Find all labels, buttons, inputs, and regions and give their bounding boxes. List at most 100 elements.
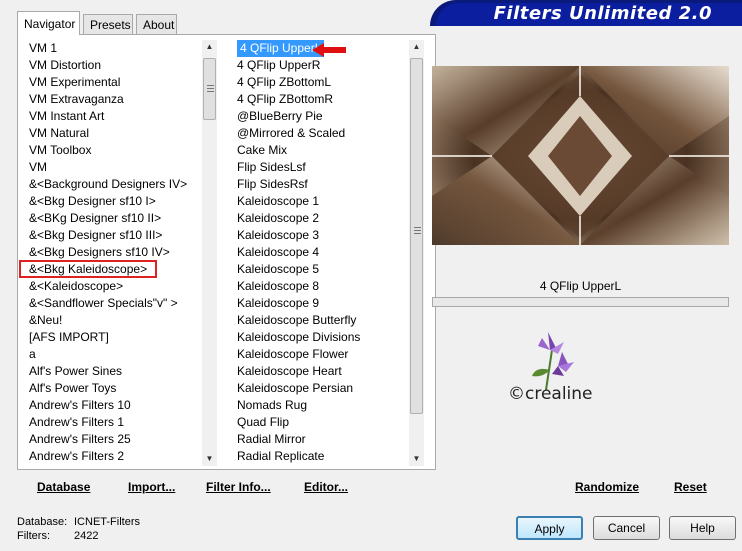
filter-scrollbar[interactable]: ▲ ▼: [409, 40, 424, 466]
category-list-item-label: Alf's Power Toys: [29, 381, 117, 395]
filter-list-item[interactable]: Kaleidoscope 1: [235, 193, 407, 210]
filter-list-item[interactable]: Quad Flip: [235, 414, 407, 431]
category-list-item-label: &<Background Designers IV>: [29, 177, 188, 191]
category-list-item[interactable]: &<Background Designers IV>: [27, 176, 202, 193]
filter-list-item[interactable]: Kaleidoscope 2: [235, 210, 407, 227]
filter-list-item[interactable]: Kaleidoscope 3: [235, 227, 407, 244]
database-button[interactable]: Database: [37, 480, 90, 494]
filter-list-item[interactable]: Radial Replicate: [235, 448, 407, 465]
category-list-item[interactable]: &<Bkg Designer sf10 I>: [27, 193, 202, 210]
category-list-item[interactable]: a: [27, 346, 202, 363]
down-arrow-icon[interactable]: ▼: [409, 452, 424, 466]
category-list-item[interactable]: &<Sandflower Specials"v" >: [27, 295, 202, 312]
filter-list-item-label: Kaleidoscope 3: [237, 228, 320, 242]
app-title: Filters Unlimited 2.0: [493, 3, 712, 24]
flower-logo: [532, 332, 574, 391]
category-list-item[interactable]: Alf's Power Sines: [27, 363, 202, 380]
filter-list-item[interactable]: Kaleidoscope 5: [235, 261, 407, 278]
filter-list-item[interactable]: Kaleidoscope 9: [235, 295, 407, 312]
randomize-button[interactable]: Randomize: [575, 480, 639, 494]
filter-list-item[interactable]: Radial Mirror: [235, 431, 407, 448]
category-list-item[interactable]: &<Bkg Designers sf10 IV>: [27, 244, 202, 261]
filter-list-item-label: @Mirrored & Scaled: [237, 126, 346, 140]
tab-presets[interactable]: Presets: [83, 14, 133, 34]
category-list-item-label: Andrew's Filters 10: [29, 398, 131, 412]
category-list-item[interactable]: Alf's Power Toys: [27, 380, 202, 397]
filter-list-item[interactable]: Kaleidoscope 4: [235, 244, 407, 261]
filter-list-item[interactable]: Kaleidoscope 8: [235, 278, 407, 295]
filter-list-item[interactable]: 4 QFlip ZBottomR: [235, 91, 407, 108]
filter-list-item-label: Kaleidoscope 5: [237, 262, 320, 276]
filter-info-button[interactable]: Filter Info...: [206, 480, 271, 494]
category-list-item[interactable]: VM Instant Art: [27, 108, 202, 125]
category-list-item-label: &<BKg Designer sf10 II>: [29, 211, 162, 225]
category-list-item-label: VM Extravaganza: [29, 92, 124, 106]
filter-list[interactable]: 4 QFlip UpperL 4 QFlip UpperR 4 QFlip ZBot…: [235, 40, 407, 465]
category-list-item[interactable]: &<Bkg Designer sf10 III>: [27, 227, 202, 244]
category-list-item[interactable]: VM: [27, 159, 202, 176]
category-list-item-label: VM: [29, 160, 47, 174]
category-list-item[interactable]: VM 1: [27, 40, 202, 57]
down-arrow-icon[interactable]: ▼: [202, 452, 217, 466]
filter-list-item[interactable]: @BlueBerry Pie: [235, 108, 407, 125]
up-arrow-icon[interactable]: ▲: [409, 40, 424, 54]
filter-list-item-label: 4 QFlip ZBottomR: [237, 92, 334, 106]
filter-list-item[interactable]: Kaleidoscope Flower: [235, 346, 407, 363]
filter-list-item[interactable]: Flip SidesRsf: [235, 176, 407, 193]
category-list-item[interactable]: [AFS IMPORT]: [27, 329, 202, 346]
category-list[interactable]: VM 1 VM Distortion VM Experimental VM Extra…: [27, 40, 202, 465]
filter-list-item[interactable]: Kaleidoscope Heart: [235, 363, 407, 380]
category-list-item-label: a: [29, 347, 36, 361]
category-list-item[interactable]: Andrew's Filters 25: [27, 431, 202, 448]
category-list-item[interactable]: VM Distortion: [27, 57, 202, 74]
category-list-item-label: Alf's Power Sines: [29, 364, 122, 378]
filter-list-item-label: Kaleidoscope Persian: [237, 381, 354, 395]
editor-button[interactable]: Editor...: [304, 480, 348, 494]
filters-count-value: 2422: [74, 530, 99, 542]
category-list-item-label: &<Kaleidoscope>: [29, 279, 124, 293]
filter-list-item[interactable]: Cake Mix: [235, 142, 407, 159]
category-list-item[interactable]: VM Experimental: [27, 74, 202, 91]
category-list-item-label: Andrew's Filters 1: [29, 415, 124, 429]
filter-list-item[interactable]: Nomads Rug: [235, 397, 407, 414]
filter-list-item[interactable]: 4 QFlip ZBottomL: [235, 74, 407, 91]
category-list-item-label: VM Instant Art: [29, 109, 105, 123]
category-highlight-box: [19, 260, 157, 278]
filter-list-item[interactable]: Kaleidoscope Butterfly: [235, 312, 407, 329]
up-arrow-icon[interactable]: ▲: [202, 40, 217, 54]
category-scrollbar[interactable]: ▲ ▼: [202, 40, 217, 466]
category-scrollbar-thumb[interactable]: [203, 58, 216, 120]
filter-list-item[interactable]: @Mirrored & Scaled: [235, 125, 407, 142]
database-label: Database:: [17, 516, 68, 528]
category-list-item[interactable]: &<Kaleidoscope>: [27, 278, 202, 295]
filter-list-item-label: Kaleidoscope 2: [237, 211, 320, 225]
filter-list-item-label: Quad Flip: [237, 415, 290, 429]
cancel-button[interactable]: Cancel: [593, 516, 660, 540]
filter-scrollbar-thumb[interactable]: [410, 58, 423, 414]
category-list-item[interactable]: Andrew's Filters 10: [27, 397, 202, 414]
import-button[interactable]: Import...: [128, 480, 175, 494]
category-list-item[interactable]: VM Natural: [27, 125, 202, 142]
tab-navigator[interactable]: Navigator: [17, 11, 80, 35]
reset-button[interactable]: Reset: [674, 480, 707, 494]
apply-button[interactable]: Apply: [516, 516, 583, 540]
category-list-item[interactable]: Andrew's Filters 1: [27, 414, 202, 431]
category-list-item[interactable]: VM Toolbox: [27, 142, 202, 159]
category-list-item-label: VM Distortion: [29, 58, 102, 72]
category-list-item[interactable]: VM Extravaganza: [27, 91, 202, 108]
filter-list-item-label: Kaleidoscope Divisions: [237, 330, 361, 344]
filter-list-item-label: Kaleidoscope 8: [237, 279, 320, 293]
category-list-item[interactable]: Andrew's Filters 2: [27, 448, 202, 465]
filter-list-item[interactable]: Kaleidoscope Persian: [235, 380, 407, 397]
help-button[interactable]: Help: [669, 516, 736, 540]
filter-list-item[interactable]: Kaleidoscope Divisions: [235, 329, 407, 346]
watermark-text: ©crealine: [508, 384, 593, 404]
category-list-item[interactable]: &<BKg Designer sf10 II>: [27, 210, 202, 227]
preview-image: [432, 66, 729, 245]
filter-list-item[interactable]: Flip SidesLsf: [235, 159, 407, 176]
category-list-item[interactable]: &Neu!: [27, 312, 202, 329]
filter-list-item[interactable]: 4 QFlip UpperR: [235, 57, 407, 74]
tab-about[interactable]: About: [136, 14, 177, 34]
filter-list-item-label: Kaleidoscope 1: [237, 194, 320, 208]
preview-label: 4 QFlip UpperL: [539, 279, 622, 293]
